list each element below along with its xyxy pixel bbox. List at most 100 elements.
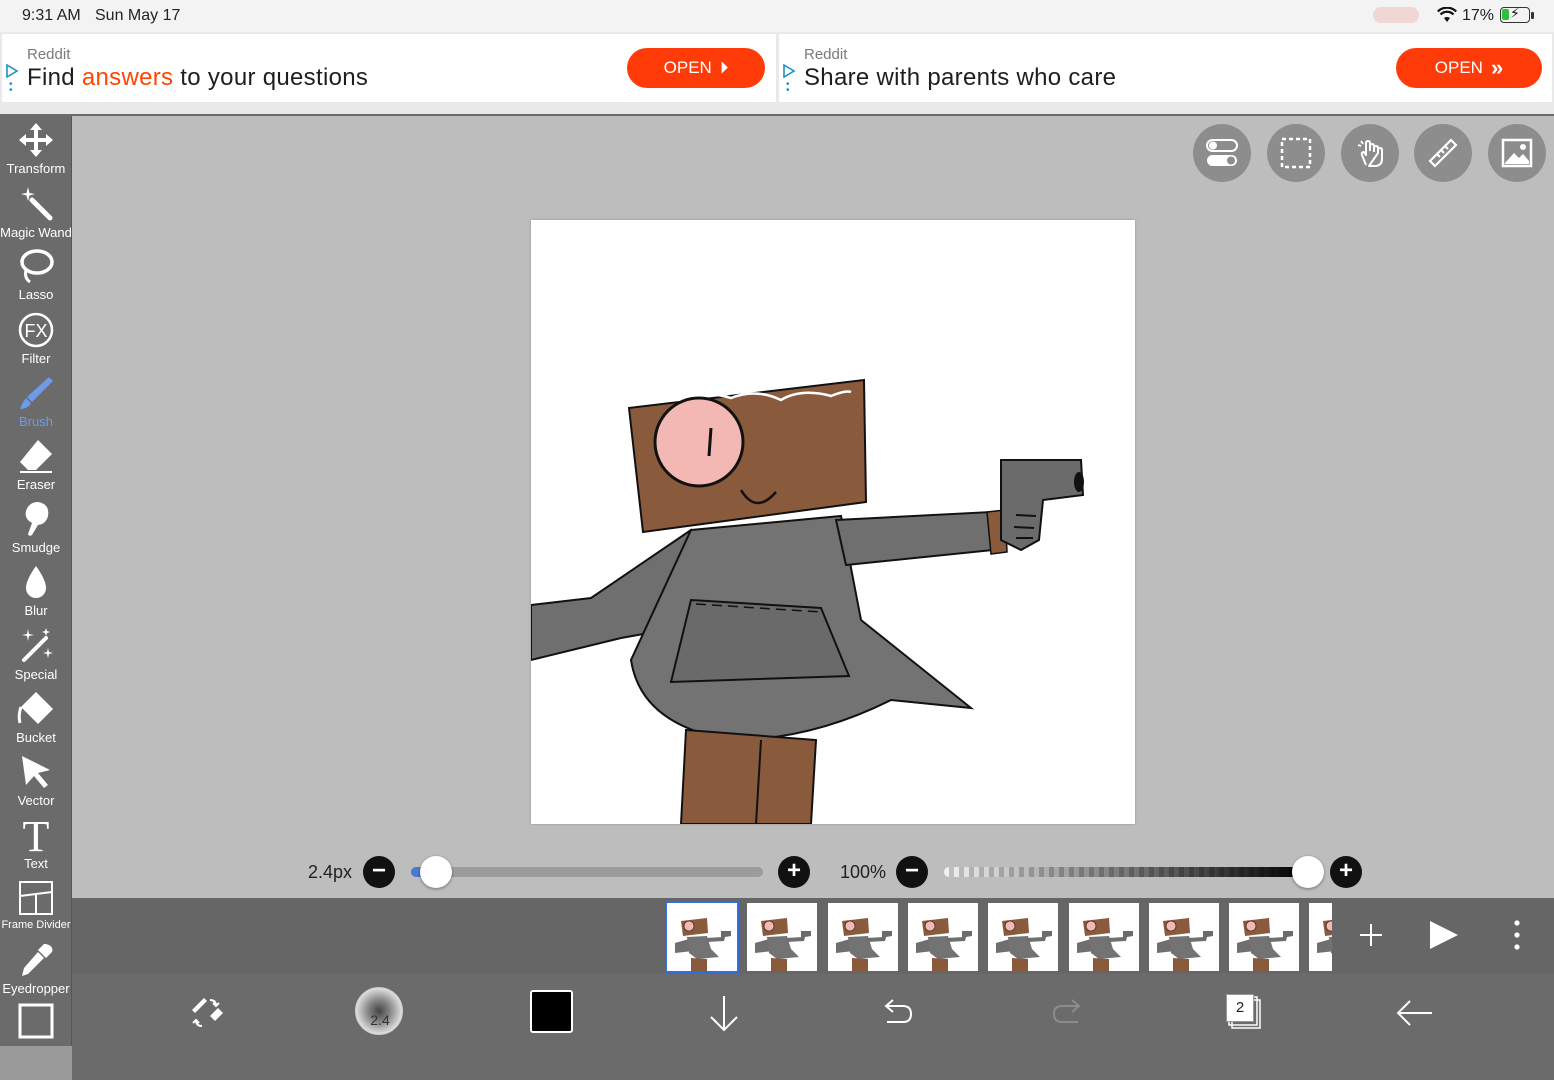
tool-frame-divider[interactable]: Frame Divider (0, 876, 72, 938)
tool-brush[interactable]: Brush (0, 371, 72, 433)
ruler-button[interactable] (1414, 124, 1472, 182)
brush-size-increase-button[interactable]: + (778, 856, 810, 888)
ad-bar: • • Reddit Find answers to your questions… (0, 32, 1554, 116)
tool-sidebar: Transform Magic Wand Lasso FX Filter Bru… (0, 116, 72, 1080)
ad-banner-2[interactable]: • • Reddit Share with parents who care OP… (779, 34, 1552, 102)
lasso-icon (20, 249, 54, 284)
back-button[interactable] (1390, 988, 1440, 1038)
color-picker-swatch[interactable] (530, 990, 573, 1033)
redo-icon (1052, 999, 1081, 1023)
brush-eraser-switch-button[interactable] (182, 988, 232, 1038)
undo-button[interactable] (871, 988, 921, 1038)
brush-size-slider-track[interactable] (411, 867, 763, 877)
frame-thumbnail-art (1156, 918, 1213, 971)
brush-preview-size: 2.4 (370, 1012, 390, 1028)
frame-thumbnail[interactable] (1229, 903, 1300, 971)
more-vertical-icon (1514, 920, 1520, 950)
fx-icon: FX (18, 312, 54, 348)
brush-size-slider-knob[interactable] (419, 856, 452, 888)
frame-thumbnail[interactable] (827, 903, 898, 971)
drawing-canvas[interactable] (531, 220, 1135, 824)
frame-thumbnail-art (915, 918, 972, 971)
status-time: 9:31 AM (22, 7, 81, 24)
download-button[interactable] (699, 988, 749, 1038)
tool-blur[interactable]: Blur (0, 560, 72, 622)
tool-lasso[interactable]: Lasso (0, 244, 72, 306)
toolbar-bottom-strip (0, 1046, 72, 1080)
artwork-illustration (531, 378, 1085, 824)
ad-banner-1[interactable]: • • Reddit Find answers to your questions… (2, 34, 776, 102)
tool-filter[interactable]: FX Filter (0, 308, 72, 370)
adchoices-icon[interactable] (5, 64, 19, 78)
ad-headline: Share with parents who care (804, 64, 1117, 91)
hand-icon (1357, 140, 1383, 167)
tool-text[interactable]: T Text (0, 813, 72, 875)
adchoices-icon[interactable] (782, 64, 796, 78)
ad-brand: Reddit (804, 46, 848, 63)
battery-nub (1531, 12, 1534, 19)
arrow-down-icon (710, 996, 738, 1032)
opacity-slider-track[interactable] (944, 867, 1308, 877)
ad-dots-icon: • • (9, 79, 13, 96)
ad-dots-icon: • • (786, 79, 790, 96)
canvas-frame-icon[interactable] (17, 1002, 55, 1040)
double-chevron-icon: » (1490, 55, 1504, 80)
ad-open-button[interactable]: OPEN ⏵ (627, 48, 765, 88)
frame-thumbnail-art (675, 918, 731, 971)
svg-text:FX: FX (24, 321, 47, 341)
ad-headline: Find answers to your questions (27, 64, 369, 91)
svg-text:T: T (23, 815, 50, 855)
status-date: Sun May 17 (95, 7, 181, 24)
frame-thumbnail-art (1317, 920, 1332, 954)
tool-magic-wand[interactable]: Magic Wand (0, 182, 72, 244)
toggle-button[interactable] (1193, 124, 1251, 182)
tool-transform[interactable]: Transform (0, 118, 72, 180)
vector-arrow-icon (22, 756, 50, 788)
frame-divider-icon (19, 881, 53, 915)
redo-button[interactable] (1044, 988, 1094, 1038)
opacity-increase-button[interactable]: + (1330, 856, 1362, 888)
frame-thumbnail[interactable] (1309, 903, 1332, 971)
eyedropper-icon (22, 944, 53, 976)
toggle-icon (1206, 139, 1238, 166)
layers-count: 2 (1226, 994, 1254, 1022)
special-icon (22, 628, 53, 662)
frame-thumbnail[interactable] (1148, 903, 1219, 971)
brush-size-decrease-button[interactable]: − (363, 856, 395, 888)
frame-thumbnail-art (835, 918, 892, 971)
opacity-decrease-button[interactable]: − (896, 856, 928, 888)
selection-button[interactable] (1267, 124, 1325, 182)
frame-thumbnail[interactable] (665, 901, 739, 973)
undo-icon (884, 999, 913, 1023)
tool-vector[interactable]: Vector (0, 750, 72, 812)
frame-thumbnail[interactable] (988, 903, 1059, 971)
eraser-icon (20, 440, 52, 473)
tool-special[interactable]: Special (0, 624, 72, 686)
ad-open-button[interactable]: OPEN» (1396, 48, 1542, 88)
opacity-slider-knob[interactable] (1292, 856, 1324, 888)
hand-button[interactable] (1341, 124, 1399, 182)
frame-thumbnail[interactable] (747, 903, 818, 971)
frame-thumbnail[interactable] (907, 903, 978, 971)
brush-preview-button[interactable]: 2.4 (355, 987, 403, 1035)
tool-eyedropper[interactable]: Eyedropper (0, 938, 72, 1000)
brush-size-label: 2.4px (308, 862, 353, 882)
play-icon (1430, 921, 1458, 949)
tool-bucket[interactable]: Bucket (0, 687, 72, 749)
add-frame-button[interactable] (1346, 910, 1396, 960)
text-icon: T (23, 815, 50, 855)
plus-icon (1360, 924, 1382, 946)
tool-smudge[interactable]: Smudge (0, 497, 72, 559)
play-animation-button[interactable] (1418, 910, 1468, 960)
image-button[interactable] (1488, 124, 1546, 182)
frame-thumbnail-art (1237, 918, 1294, 971)
selection-icon (1280, 137, 1312, 169)
frame-thumbnail-art (755, 918, 812, 971)
brush-eraser-swap-icon (192, 998, 223, 1027)
tool-eraser[interactable]: Eraser (0, 434, 72, 496)
frame-thumbnail[interactable] (1068, 903, 1139, 971)
status-indicator-pill (1373, 7, 1419, 23)
transform-icon (19, 123, 53, 157)
frame-menu-button[interactable] (1492, 910, 1542, 960)
frame-thumbnail-art (1076, 918, 1133, 971)
